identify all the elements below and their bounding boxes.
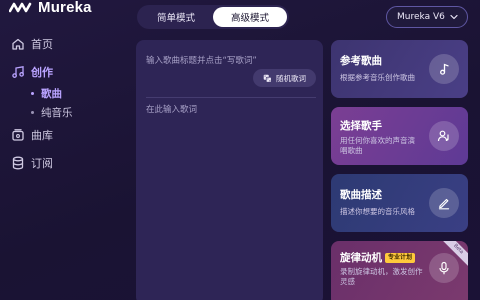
sidebar-item-subscribe[interactable]: 订阅 xyxy=(11,155,53,171)
pencil-icon xyxy=(438,198,450,210)
singer-icon xyxy=(437,130,449,142)
card-title: 歌曲描述 xyxy=(340,189,382,201)
chevron-down-icon xyxy=(450,14,458,20)
tab-simple-mode[interactable]: 简单模式 xyxy=(139,7,213,27)
sidebar-item-label: 首页 xyxy=(31,38,53,51)
dice-icon xyxy=(263,74,272,83)
sidebar-item-home[interactable]: 首页 xyxy=(11,36,53,52)
sidebar-item-label: 曲库 xyxy=(31,129,53,142)
edit-description-button[interactable] xyxy=(429,188,459,218)
app-name: Mureka xyxy=(38,0,92,16)
library-icon xyxy=(12,129,24,141)
sidebar-subitem-label: 纯音乐 xyxy=(41,107,73,119)
reference-song-card[interactable]: 参考歌曲 根据参考音乐创作歌曲 xyxy=(331,40,468,98)
pro-plan-badge: 专业计划 xyxy=(385,253,416,263)
divider xyxy=(146,97,316,98)
add-reference-button[interactable] xyxy=(429,54,459,84)
random-lyrics-label: 随机歌词 xyxy=(276,73,306,83)
select-singer-card[interactable]: 选择歌手 用任何你喜欢的声音演唱歌曲 xyxy=(331,107,468,165)
model-version-value: Mureka V6 xyxy=(397,12,445,22)
database-icon xyxy=(12,156,24,170)
sidebar-subitem-instrumental[interactable]: 纯音乐 xyxy=(31,105,73,120)
bullet-dot xyxy=(31,92,34,95)
sidebar-item-library[interactable]: 曲库 xyxy=(11,127,53,143)
app-window: Mureka 首页 创作 歌曲 纯音乐 曲库 订阅 简单模式 高级模式 Mure… xyxy=(0,0,480,300)
card-title: 参考歌曲 xyxy=(340,55,382,67)
card-title: 选择歌手 xyxy=(340,120,382,132)
sidebar-item-label: 创作 xyxy=(31,66,53,79)
model-version-select[interactable]: Mureka V6 xyxy=(386,6,468,28)
card-description: 描述你想要的音乐风格 xyxy=(340,207,415,216)
card-description: 录制旋律动机，激发创作灵感 xyxy=(340,267,423,286)
card-title-row: 旋律动机 专业计划 xyxy=(340,250,416,265)
sidebar-subitem-song[interactable]: 歌曲 xyxy=(31,86,62,101)
lyrics-textarea[interactable]: 在此输入歌词 xyxy=(146,103,197,115)
song-title-input[interactable]: 输入歌曲标题并点击“写歌词” xyxy=(146,54,257,66)
microphone-icon xyxy=(439,261,449,275)
random-lyrics-button[interactable]: 随机歌词 xyxy=(253,69,316,87)
song-description-card[interactable]: 歌曲描述 描述你想要的音乐风格 xyxy=(331,174,468,232)
card-description: 用任何你喜欢的声音演唱歌曲 xyxy=(340,136,415,155)
logo[interactable]: Mureka xyxy=(9,0,92,17)
bullet-dot xyxy=(31,111,34,114)
sidebar: Mureka 首页 创作 歌曲 纯音乐 曲库 订阅 xyxy=(0,0,122,300)
sidebar-item-create[interactable]: 创作 xyxy=(11,64,53,80)
home-icon xyxy=(12,38,24,50)
choose-singer-button[interactable] xyxy=(429,121,459,151)
music-note-icon xyxy=(12,66,24,78)
sidebar-item-label: 订阅 xyxy=(31,157,53,170)
card-title: 旋律动机 xyxy=(340,252,382,264)
music-note-icon xyxy=(440,63,449,75)
mureka-logo-icon xyxy=(9,2,32,13)
lyrics-editor-panel: 输入歌曲标题并点击“写歌词” 随机歌词 在此输入歌词 xyxy=(136,40,323,300)
tab-advanced-mode[interactable]: 高级模式 xyxy=(213,7,287,27)
mode-toggle: 简单模式 高级模式 xyxy=(137,5,289,29)
card-description: 根据参考音乐创作歌曲 xyxy=(340,73,415,82)
record-motif-button[interactable] xyxy=(429,253,459,283)
melody-motif-card[interactable]: Beta 旋律动机 专业计划 录制旋律动机，激发创作灵感 xyxy=(331,241,468,300)
sidebar-subitem-label: 歌曲 xyxy=(41,88,62,100)
